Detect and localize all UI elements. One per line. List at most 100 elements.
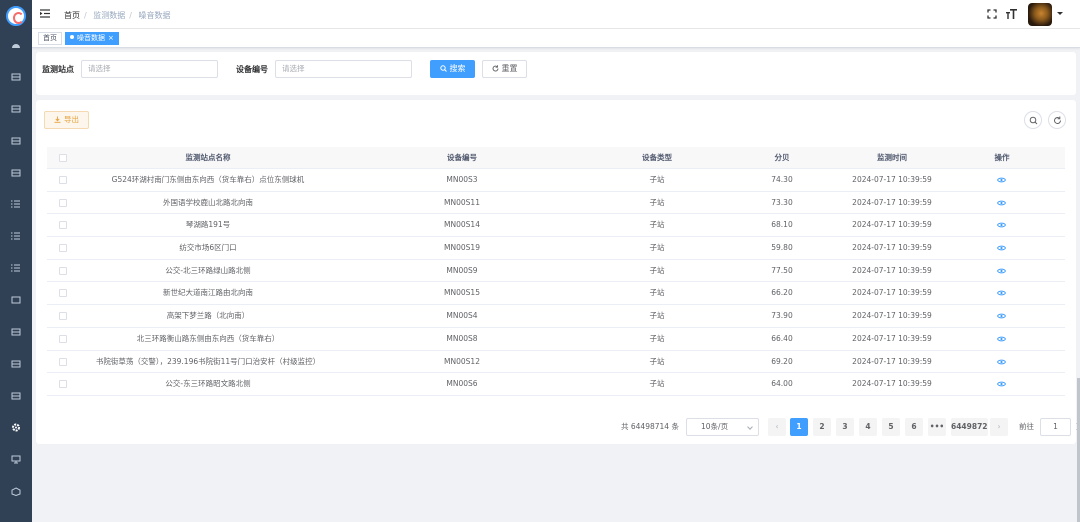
list-icon: [11, 392, 21, 400]
col-decibel: 分贝: [774, 153, 790, 162]
sidebar-item-4[interactable]: [11, 169, 21, 177]
cell-device-type: 子站: [649, 356, 665, 366]
cell-decibel: 59.80: [771, 243, 793, 253]
prev-page-button[interactable]: ‹: [768, 418, 786, 436]
sidebar-item-monitor[interactable]: [11, 455, 21, 464]
cell-monitor-time: 2024-07-17 10:39:59: [852, 311, 932, 321]
sidebar: [0, 0, 32, 522]
view-icon[interactable]: [997, 381, 1006, 387]
row-checkbox[interactable]: [59, 357, 67, 366]
sidebar-item-7[interactable]: [11, 264, 21, 272]
sidebar-item-settings[interactable]: [11, 423, 21, 432]
view-icon[interactable]: [997, 359, 1006, 365]
sidebar-item-2[interactable]: [11, 105, 21, 113]
view-icon[interactable]: [997, 222, 1006, 228]
col-monitor-time: 监测时间: [877, 153, 907, 162]
device-select[interactable]: 请选择: [275, 60, 412, 78]
font-size-icon[interactable]: [1006, 9, 1017, 20]
view-icon[interactable]: [997, 336, 1006, 342]
row-checkbox[interactable]: [59, 380, 67, 389]
jump-page-input[interactable]: 1: [1040, 418, 1071, 436]
search-icon: [439, 65, 447, 72]
tag-home[interactable]: 首页: [38, 32, 62, 45]
row-checkbox[interactable]: [59, 221, 67, 230]
col-actions: 操作: [994, 153, 1010, 162]
page-size-select[interactable]: 10条/页: [686, 418, 759, 436]
cell-device-id: MN00S8: [446, 333, 478, 343]
reset-button[interactable]: 重置: [482, 60, 527, 78]
cell-station-name: 北三环路衡山路东侧由东向西（货车靠右）: [136, 333, 280, 343]
cell-device-type: 子站: [649, 379, 665, 389]
cell-monitor-time: 2024-07-17 10:39:59: [852, 379, 932, 389]
fullscreen-icon[interactable]: [987, 9, 997, 19]
page-button[interactable]: 3: [836, 418, 854, 436]
tag-noise-data[interactable]: 噪音数据 ×: [65, 32, 119, 45]
table-body: G524环湖村南门东侧由东向西（货车靠右）点位东侧球机 MN00S3 子站 74.30…: [47, 169, 1065, 396]
next-page-button[interactable]: ›: [990, 418, 1008, 436]
breadcrumb-home[interactable]: 首页: [64, 11, 80, 20]
row-checkbox[interactable]: [59, 266, 67, 275]
view-icon[interactable]: [997, 313, 1006, 319]
table-row: 公交-东三环路昭文路北侧 MN00S6 子站 64.00 2024-07-17 10:3…: [47, 373, 1065, 396]
cell-decibel: 68.10: [771, 220, 793, 230]
cell-station-name: 纺交市场6区门口: [179, 243, 237, 253]
sidebar-item-5[interactable]: [11, 200, 21, 208]
page-button[interactable]: 4: [859, 418, 877, 436]
cell-device-id: MN00S9: [446, 265, 478, 275]
cell-device-type: 子站: [649, 265, 665, 275]
list-icon: [11, 296, 21, 304]
sidebar-item-6[interactable]: [11, 232, 21, 240]
caret-down-icon[interactable]: [1057, 12, 1063, 15]
sidebar-item-9[interactable]: [11, 328, 21, 336]
cell-device-id: MN00S11: [444, 197, 480, 207]
sidebar-item-3[interactable]: [11, 137, 21, 145]
page-button[interactable]: 5: [882, 418, 900, 436]
sidebar-item-1[interactable]: [11, 73, 21, 81]
table-row: 高架下梦兰路（北向南） MN00S4 子站 73.90 2024-07-17 10:39…: [47, 305, 1065, 328]
view-icon[interactable]: [997, 268, 1006, 274]
cell-monitor-time: 2024-07-17 10:39:59: [852, 333, 932, 343]
station-select[interactable]: 请选择: [81, 60, 218, 78]
search-button[interactable]: 搜索: [430, 60, 475, 78]
sidebar-item-dashboard[interactable]: [11, 41, 21, 49]
search-button-label: 搜索: [449, 64, 466, 73]
page-button[interactable]: 6449872: [951, 418, 988, 436]
cell-device-type: 子站: [649, 311, 665, 321]
menu-fold-icon[interactable]: [40, 9, 50, 18]
row-checkbox[interactable]: [59, 244, 67, 253]
row-checkbox[interactable]: [59, 312, 67, 321]
navbar: 首页 / 监测数据 / 噪音数据: [32, 0, 1080, 29]
sidebar-item-8[interactable]: [11, 296, 21, 304]
page-button[interactable]: 1: [790, 418, 808, 436]
close-icon[interactable]: ×: [108, 34, 114, 42]
view-icon[interactable]: [997, 245, 1006, 251]
bullet-list-icon: [11, 200, 20, 208]
sidebar-item-box[interactable]: [11, 487, 21, 496]
sidebar-item-10[interactable]: [11, 360, 21, 368]
view-icon[interactable]: [997, 177, 1006, 183]
cell-device-type: 子站: [649, 175, 665, 184]
cell-monitor-time: 2024-07-17 10:39:59: [852, 175, 932, 184]
row-checkbox[interactable]: [59, 176, 67, 184]
refresh-button[interactable]: [1048, 111, 1066, 129]
view-icon[interactable]: [997, 200, 1006, 206]
app-logo[interactable]: [6, 6, 26, 26]
row-checkbox[interactable]: [59, 289, 67, 298]
export-button[interactable]: 导出: [44, 111, 89, 129]
breadcrumb: 首页 / 监测数据 / 噪音数据: [64, 11, 171, 20]
page-button[interactable]: 6: [905, 418, 923, 436]
page-button[interactable]: 2: [813, 418, 831, 436]
dashboard-icon: [12, 44, 20, 48]
sidebar-item-11[interactable]: [11, 392, 21, 400]
cell-device-id: MN00S4: [446, 311, 478, 321]
more-pages-icon[interactable]: •••: [928, 418, 946, 436]
toggle-search-button[interactable]: [1024, 111, 1042, 129]
view-icon[interactable]: [997, 290, 1006, 296]
row-checkbox[interactable]: [59, 198, 67, 207]
select-all-checkbox[interactable]: [59, 154, 67, 162]
avatar[interactable]: [1028, 3, 1052, 26]
cell-station-name: 高架下梦兰路（北向南）: [166, 311, 250, 321]
row-checkbox[interactable]: [59, 334, 67, 343]
cell-station-name: 外国语学校鹿山北路北向南: [163, 197, 253, 207]
breadcrumb-monitor-data[interactable]: 监测数据: [93, 11, 125, 20]
